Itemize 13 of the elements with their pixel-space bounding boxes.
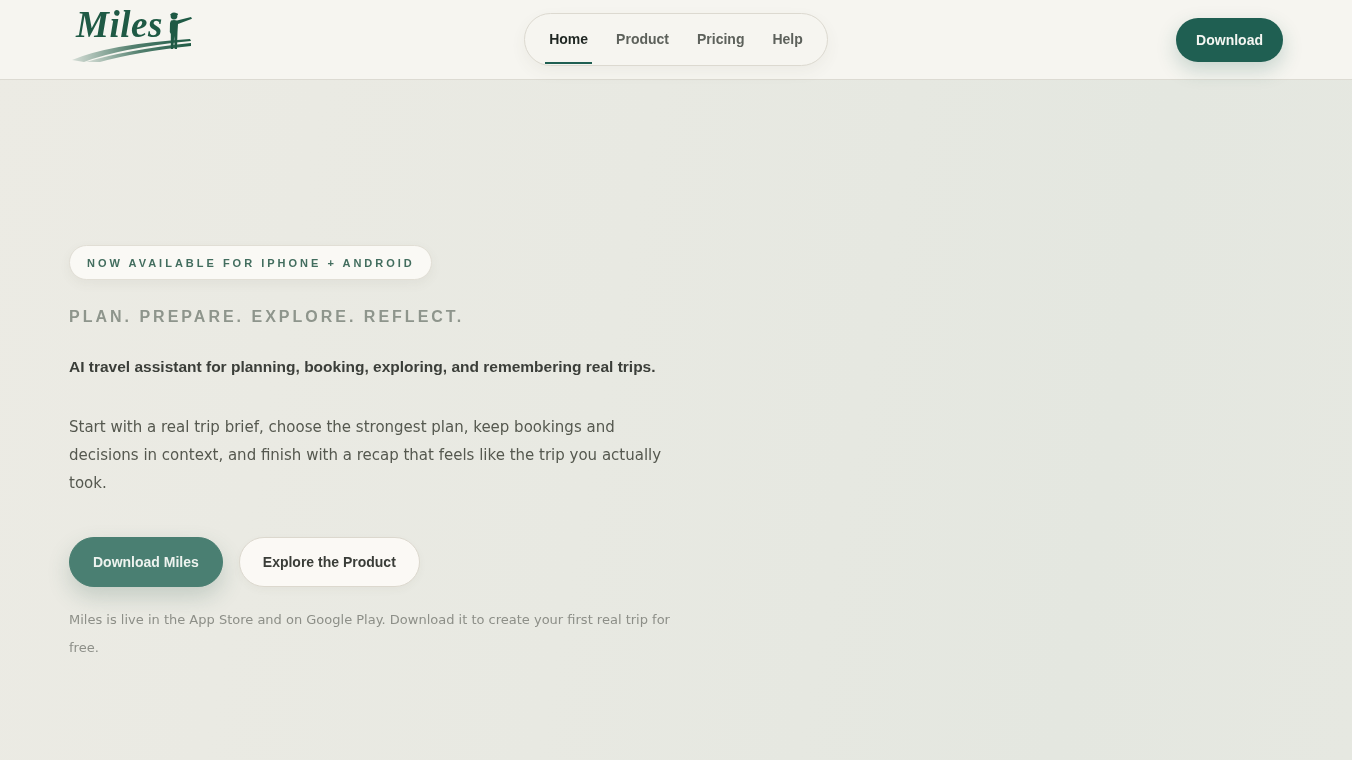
download-button[interactable]: Download (1176, 17, 1283, 62)
lead-text: AI travel assistant for planning, booking, exploring, and remembering real trips. (69, 357, 656, 377)
availability-note: Miles is live in the App Store and on Google Play. Download it to create your first real trip for free. (69, 611, 671, 657)
logo-link[interactable]: Miles (68, 5, 194, 62)
explore-button[interactable]: Explore the Product (238, 537, 420, 587)
download-miles-button[interactable]: Download Miles (69, 537, 223, 587)
nav-tab[interactable]: Pricing (693, 14, 749, 64)
nav-tab[interactable]: Help (768, 14, 807, 64)
availability-badge: NOW AVAILABLE FOR IPHONE + ANDROID (69, 245, 432, 280)
nav-tab[interactable]: Home (545, 14, 593, 64)
description-text: Start with a real trip brief, choose the strongest plan, keep bookings and decisions in context, and finish with a recap that feels like the trip you actually took. (69, 417, 663, 494)
tagline: PLAN. PREPARE. EXPLORE. REFLECT. (69, 307, 465, 327)
nav-tab[interactable]: Product (612, 14, 673, 64)
